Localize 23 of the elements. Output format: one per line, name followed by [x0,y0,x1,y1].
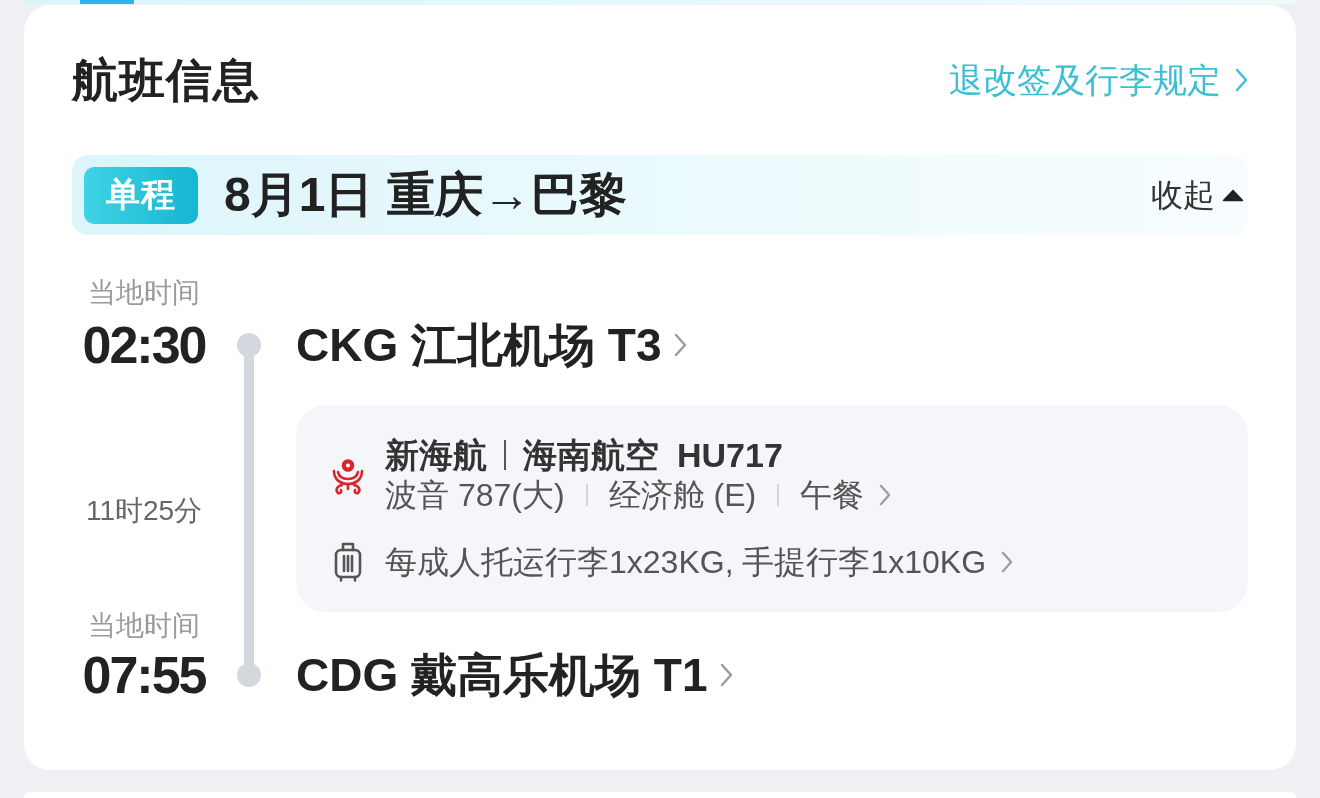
flight-details-link[interactable]: 波音 787(大) 经济舱 (E) 午餐 [385,475,892,515]
arrival-airport-link[interactable]: CDG 戴高乐机场 T1 [296,647,734,703]
trip-type-badge: 单程 [84,166,198,224]
chevron-right-icon [1001,551,1014,573]
airline-brand: 新海航 [385,435,487,475]
departure-time: 02:30 [81,317,207,373]
arrival-time: 07:55 [81,647,207,703]
departure-airport-link[interactable]: CKG 江北机场 T3 [296,317,688,373]
local-time-label: 当地时间 [87,279,201,307]
flight-duration: 11时25分 [84,493,204,528]
chevron-right-icon [1235,68,1248,92]
trip-summary: 8月1日 重庆→巴黎 [224,167,627,223]
airline-name: 海南航空 [523,435,659,475]
luggage-icon [333,541,363,583]
chevron-right-icon [720,663,734,687]
section-title: 航班信息 [72,53,260,108]
chevron-right-icon [879,484,892,506]
collapse-toggle[interactable]: 收起 [1151,175,1244,215]
chevron-right-icon [674,333,688,357]
baggage-allowance-link[interactable]: 每成人托运行李1x23KG, 手提行李1x10KG [385,542,1014,582]
airline-logo-icon [330,458,366,496]
flight-number: HU717 [677,435,783,475]
local-time-label: 当地时间 [87,612,201,640]
